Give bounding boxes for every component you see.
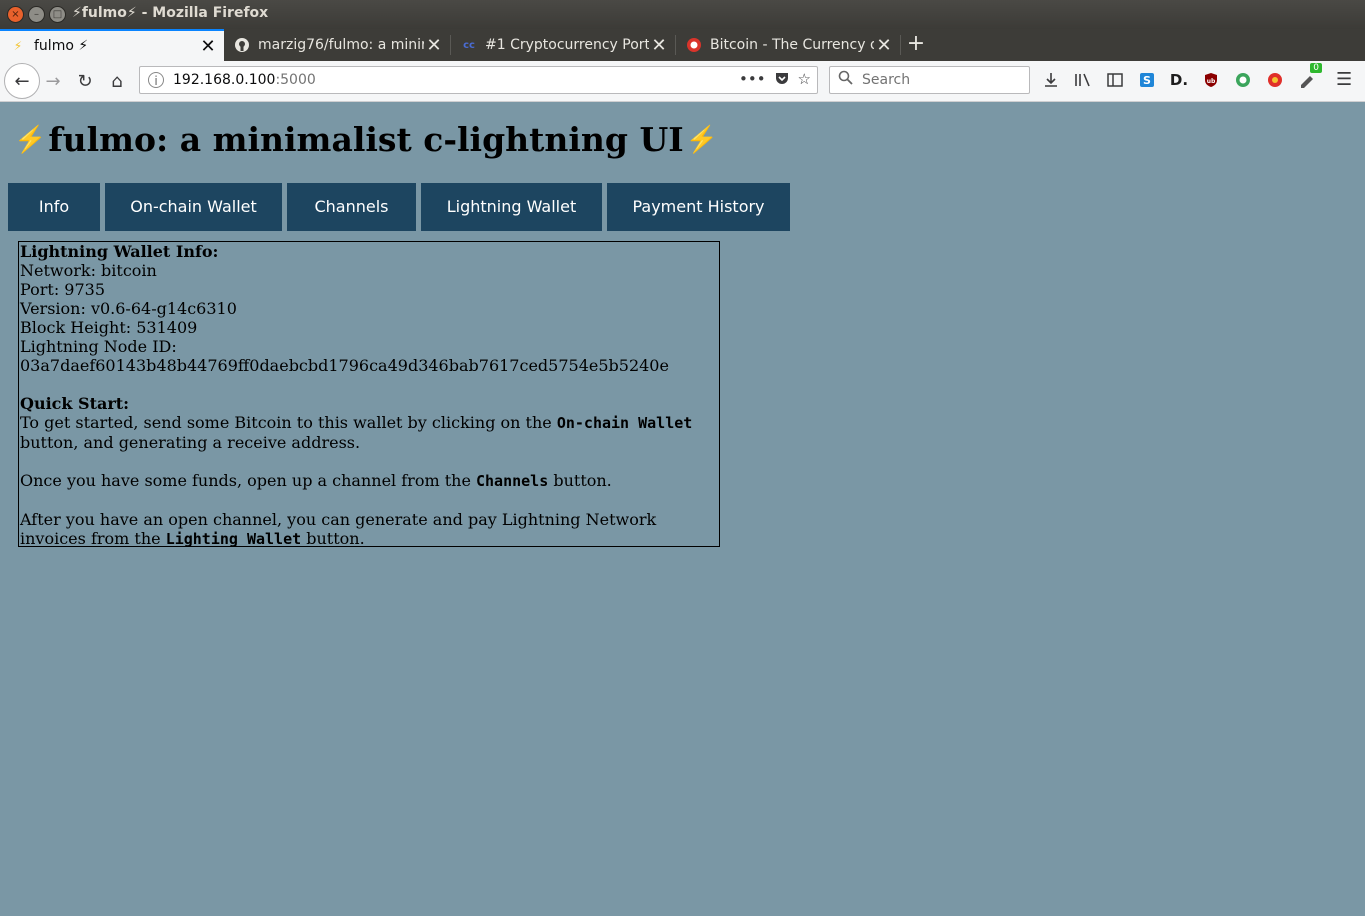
window-controls: × – □ <box>7 6 66 23</box>
home-button[interactable]: ⌂ <box>102 65 132 97</box>
green-extension-icon[interactable] <box>1232 69 1254 91</box>
tab-coincap[interactable]: cc #1 Cryptocurrency Portf ✕ <box>451 29 675 61</box>
quick-start-paragraph-1: To get started, send some Bitcoin to thi… <box>20 413 719 452</box>
ublock-icon[interactable]: ub <box>1200 69 1222 91</box>
tab-label: #1 Cryptocurrency Portf <box>485 37 649 53</box>
wallet-info-heading: Lightning Wallet Info: <box>20 242 219 261</box>
quick-start-paragraph-3: After you have an open channel, you can … <box>20 510 660 549</box>
window-titlebar: × – □ ⚡fulmo⚡ - Mozilla Firefox <box>0 0 1365 29</box>
on-chain-wallet-button[interactable]: On-chain Wallet <box>105 183 282 231</box>
quick-start-heading: Quick Start: <box>20 394 130 413</box>
forward-button[interactable]: → <box>38 65 68 97</box>
search-icon <box>838 70 853 89</box>
channels-button[interactable]: Channels <box>287 183 416 231</box>
new-tab-button[interactable]: + <box>904 29 928 61</box>
url-text[interactable]: 192.168.0.100:5000 <box>173 72 316 88</box>
paragraph-text: button. <box>301 529 365 548</box>
tab-fulmo[interactable]: ⚡ fulmo ⚡ ✕ <box>0 29 224 61</box>
lightning-wallet-button[interactable]: Lightning Wallet <box>421 183 602 231</box>
page-title-text: fulmo: a minimalist c-lightning UI <box>48 120 684 159</box>
version-value: Version: v0.6-64-g14c6310 <box>20 299 237 318</box>
payment-history-button[interactable]: Payment History <box>607 183 790 231</box>
paragraph-text: Once you have some funds, open up a chan… <box>20 471 476 490</box>
sidebar-icon[interactable] <box>1104 69 1126 91</box>
hamburger-menu-icon[interactable]: ☰ <box>1336 69 1352 90</box>
home-icon: ⌂ <box>111 70 123 92</box>
nav-toolbar: ← → ↻ ⌂ i 192.168.0.100:5000 ••• ☆ Searc… <box>0 61 1365 102</box>
port-value: Port: 9735 <box>20 280 106 299</box>
tab-github[interactable]: marzig76/fulmo: a minir ✕ <box>224 29 450 61</box>
main-menu: Info On-chain Wallet Channels Lightning … <box>8 183 790 231</box>
url-bar[interactable]: i 192.168.0.100:5000 ••• ☆ <box>139 66 818 94</box>
close-tab-icon[interactable]: ✕ <box>874 35 894 56</box>
extension-badge: 0 <box>1310 63 1322 73</box>
lightning-bolt-icon: ⚡ <box>13 39 23 53</box>
bookmark-star-icon[interactable]: ☆ <box>798 70 811 90</box>
tab-label: Bitcoin - The Currency of <box>710 37 874 53</box>
back-button[interactable]: ← <box>4 63 40 99</box>
on-chain-wallet-code: On-chain Wallet <box>556 414 693 432</box>
window-maximize-button[interactable]: □ <box>49 6 66 23</box>
lightning-bolt-icon: ⚡ <box>685 124 719 155</box>
url-host: 192.168.0.100 <box>173 72 276 88</box>
bitcoin-icon <box>686 37 702 53</box>
info-icon[interactable]: i <box>148 72 164 88</box>
search-input[interactable]: Search <box>862 72 910 88</box>
network-value: Network: bitcoin <box>20 261 157 280</box>
block-height-value: Block Height: 531409 <box>20 318 198 337</box>
info-button[interactable]: Info <box>8 183 100 231</box>
skype-s-icon[interactable]: S <box>1136 69 1158 91</box>
github-icon <box>234 37 250 53</box>
pocket-icon[interactable] <box>774 70 790 90</box>
lighting-wallet-code: Lighting Wallet <box>165 530 302 548</box>
window-title: ⚡fulmo⚡ - Mozilla Firefox <box>72 5 269 21</box>
close-tab-icon[interactable]: ✕ <box>649 35 669 56</box>
paragraph-text: To get started, send some Bitcoin to thi… <box>20 413 557 432</box>
tab-label: fulmo ⚡ <box>34 38 89 54</box>
toolbar-icons: S D. ub 0 <box>1040 63 1322 91</box>
node-id-value: 03a7daef60143b48b44769ff0daebcbd1796ca49… <box>20 356 669 375</box>
coin-icon: cc <box>463 39 475 51</box>
channels-code: Channels <box>476 472 549 490</box>
window-minimize-button[interactable]: – <box>28 6 45 23</box>
arrow-right-icon: → <box>45 70 61 92</box>
reload-button[interactable]: ↻ <box>70 65 100 97</box>
node-id-label: Lightning Node ID: <box>20 337 177 356</box>
page-content: ⚡ fulmo: a minimalist c-lightning UI ⚡ I… <box>0 102 1365 916</box>
download-icon[interactable] <box>1040 69 1062 91</box>
quick-start-paragraph-2: Once you have some funds, open up a chan… <box>20 471 719 491</box>
tab-bitcoin[interactable]: Bitcoin - The Currency of ✕ <box>676 29 900 61</box>
d-extension-icon[interactable]: D. <box>1168 69 1190 91</box>
tab-label: marzig76/fulmo: a minir <box>258 37 424 53</box>
svg-text:ub: ub <box>1207 78 1216 85</box>
red-extension-icon[interactable] <box>1264 69 1286 91</box>
close-tab-icon[interactable]: ✕ <box>424 35 444 56</box>
url-port: :5000 <box>275 72 316 88</box>
reload-icon: ↻ <box>77 70 93 92</box>
tab-strip: ⚡ fulmo ⚡ ✕ marzig76/fulmo: a minir ✕ cc… <box>0 29 1365 61</box>
svg-text:S: S <box>1143 74 1151 87</box>
tab-separator <box>900 35 901 55</box>
search-box[interactable]: Search <box>829 66 1030 94</box>
library-icon[interactable] <box>1072 69 1094 91</box>
arrow-left-icon: ← <box>14 70 30 92</box>
paragraph-text: button, and generating a receive address… <box>20 433 361 452</box>
page-actions-icon[interactable]: ••• <box>739 70 766 90</box>
counter-extension-icon[interactable]: 0 <box>1296 63 1322 91</box>
url-actions: ••• ☆ <box>739 70 811 90</box>
page-title: ⚡ fulmo: a minimalist c-lightning UI ⚡ <box>14 120 718 159</box>
window-close-button[interactable]: × <box>7 6 24 23</box>
paragraph-text: button. <box>548 471 612 490</box>
lightning-bolt-icon: ⚡ <box>14 124 47 155</box>
wallet-info-panel: Lightning Wallet Info: Network: bitcoin … <box>18 241 720 549</box>
close-tab-icon[interactable]: ✕ <box>198 36 218 57</box>
